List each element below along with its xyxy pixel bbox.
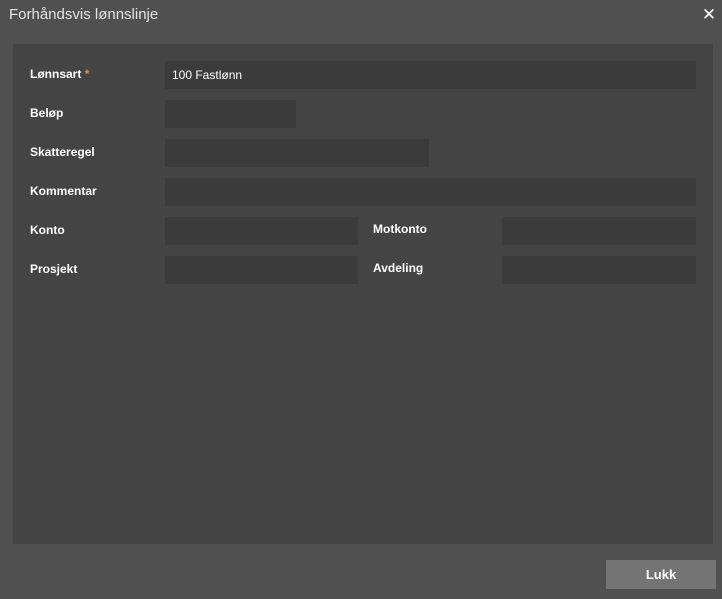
lonnsart-field[interactable]: 100 Fastlønn [165,61,696,89]
preview-dialog: Forhåndsvis lønnslinje ✕ Lønnsart * 100 … [0,0,722,599]
lonnsart-label-text: Lønnsart [30,67,82,81]
motkonto-field[interactable] [502,217,696,245]
prosjekt-label: Prosjekt [30,262,78,276]
motkonto-label: Motkonto [373,222,427,236]
konto-label: Konto [30,223,65,237]
kommentar-label: Kommentar [30,184,97,198]
required-marker: * [84,67,90,81]
belop-label: Beløp [30,106,64,120]
konto-field[interactable] [165,217,358,245]
dialog-titlebar: Forhåndsvis lønnslinje ✕ [0,0,722,32]
prosjekt-field[interactable] [165,256,358,284]
kommentar-field[interactable] [165,178,696,206]
avdeling-label: Avdeling [373,261,424,275]
avdeling-field[interactable] [502,256,696,284]
close-icon[interactable]: ✕ [701,5,717,25]
skatteregel-label: Skatteregel [30,145,95,159]
belop-field[interactable] [165,100,296,128]
dialog-title: Forhåndsvis lønnslinje [9,6,159,23]
form-panel: Lønnsart * 100 Fastlønn Beløp Skatterege… [13,44,713,544]
close-button[interactable]: Lukk [606,560,716,589]
skatteregel-field[interactable] [165,139,429,167]
lonnsart-label: Lønnsart * [30,67,89,81]
